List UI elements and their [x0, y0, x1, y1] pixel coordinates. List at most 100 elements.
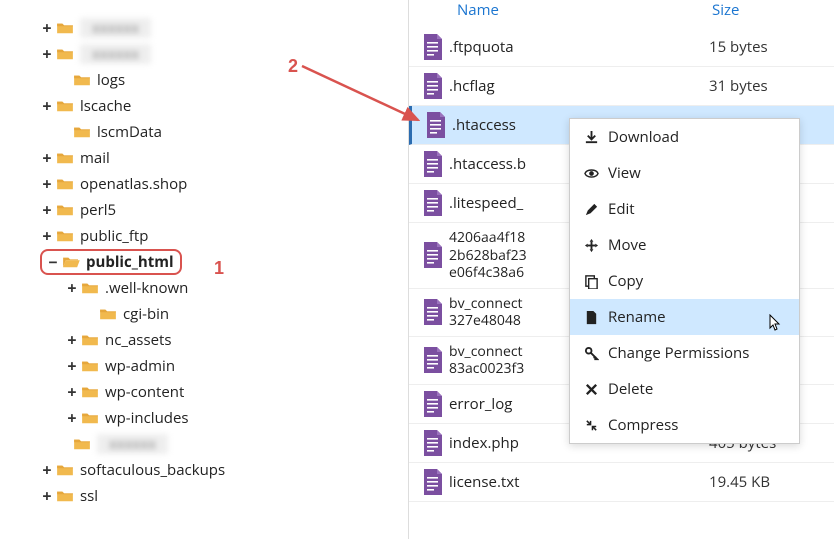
folder-icon	[56, 203, 74, 217]
folder-icon	[73, 73, 91, 87]
menu-item-compress[interactable]: Compress	[570, 407, 799, 443]
folder-icon	[56, 21, 74, 35]
tree-toggle[interactable]: +	[38, 95, 56, 117]
tree-item[interactable]: logs	[8, 67, 400, 93]
menu-item-copy[interactable]: Copy	[570, 263, 799, 299]
tree-item[interactable]: − public_html	[8, 249, 400, 275]
tree-item-label: public_html	[86, 252, 174, 272]
file-icon	[417, 190, 449, 216]
tree-item[interactable]: + wp-content	[8, 379, 400, 405]
tree-toggle[interactable]: +	[38, 17, 56, 39]
file-size: 31 bytes	[709, 76, 818, 96]
menu-item-label: Change Permissions	[608, 343, 749, 363]
folder-icon	[56, 99, 74, 113]
tree-toggle[interactable]: +	[63, 329, 81, 351]
tree-item-label: lscache	[80, 96, 131, 116]
tree-item[interactable]: xxxxxx	[8, 431, 400, 457]
folder-icon	[56, 47, 74, 61]
tree-item[interactable]: +xxxxxx	[8, 15, 400, 41]
menu-item-delete[interactable]: Delete	[570, 371, 799, 407]
tree-toggle[interactable]: +	[63, 407, 81, 429]
tree-item[interactable]: cgi-bin	[8, 301, 400, 327]
tree-item-label: public_ftp	[80, 226, 148, 246]
tree-item-label: mail	[80, 148, 110, 168]
tree-item-label: ssl	[80, 486, 98, 506]
file-icon	[417, 469, 449, 495]
tree-toggle[interactable]: +	[38, 43, 56, 65]
tree-toggle[interactable]: +	[38, 485, 56, 507]
tree-toggle[interactable]: +	[63, 277, 81, 299]
tree-item[interactable]: + wp-includes	[8, 405, 400, 431]
file-icon	[417, 299, 449, 325]
tree-toggle[interactable]: +	[38, 199, 56, 221]
column-header-size[interactable]: Size	[712, 0, 818, 20]
folder-icon	[62, 255, 80, 269]
menu-item-download[interactable]: Download	[570, 119, 799, 155]
copy-icon	[584, 274, 608, 289]
tree-item-label: logs	[97, 70, 125, 90]
folder-tree: +xxxxxx+xxxxxxlogs+lscachelscmData+mail+…	[0, 0, 408, 539]
tree-toggle[interactable]: +	[38, 225, 56, 247]
folder-icon	[56, 151, 74, 165]
file-name: .ftpquota	[449, 37, 709, 57]
file-name: .hcflag	[449, 76, 709, 96]
column-header-name[interactable]: Name	[457, 0, 712, 20]
tree-item[interactable]: + ssl	[8, 483, 400, 509]
menu-item-label: Rename	[608, 307, 666, 327]
file-icon	[417, 73, 449, 99]
file-icon	[417, 391, 449, 417]
tree-item-label: wp-includes	[105, 408, 189, 428]
menu-item-label: Move	[608, 235, 646, 255]
tree-item-label: wp-admin	[105, 356, 175, 376]
tree-item-label: softaculous_backups	[80, 460, 225, 480]
key-icon	[584, 346, 608, 361]
tree-item-label: perl5	[80, 200, 116, 220]
menu-item-view[interactable]: View	[570, 155, 799, 191]
tree-item[interactable]: + xxxxxx	[8, 41, 400, 67]
menu-item-edit[interactable]: Edit	[570, 191, 799, 227]
tree-item[interactable]: +nc_assets	[8, 327, 400, 353]
tree-item[interactable]: + lscache	[8, 93, 400, 119]
tree-item[interactable]: + perl5	[8, 197, 400, 223]
tree-item[interactable]: + wp-admin	[8, 353, 400, 379]
folder-icon	[56, 489, 74, 503]
file-icon	[417, 242, 449, 268]
tree-item[interactable]: + mail	[8, 145, 400, 171]
eye-icon	[584, 166, 608, 181]
menu-item-rename[interactable]: Rename	[570, 299, 799, 335]
tree-toggle[interactable]: −	[44, 251, 62, 273]
tree-item-label: cgi-bin	[123, 304, 169, 324]
tree-item[interactable]: + public_ftp	[8, 223, 400, 249]
tree-item[interactable]: lscmData	[8, 119, 400, 145]
menu-item-label: Compress	[608, 415, 678, 435]
tree-item[interactable]: +openatlas.shop	[8, 171, 400, 197]
folder-icon	[73, 125, 91, 139]
file-icon	[417, 347, 449, 373]
file-row[interactable]: license.txt19.45 KB	[409, 463, 834, 502]
folder-icon	[56, 177, 74, 191]
folder-icon	[56, 463, 74, 477]
tree-toggle[interactable]: +	[63, 381, 81, 403]
pencil-icon	[584, 202, 608, 217]
file-size: 15 bytes	[709, 37, 818, 57]
file-row[interactable]: .ftpquota15 bytes	[409, 28, 834, 67]
tree-toggle[interactable]: +	[63, 355, 81, 377]
tree-toggle[interactable]: +	[38, 147, 56, 169]
folder-icon	[81, 281, 99, 295]
tree-item-label: wp-content	[105, 382, 184, 402]
file-name: license.txt	[449, 472, 709, 492]
menu-item-change-permissions[interactable]: Change Permissions	[570, 335, 799, 371]
highlighted-folder[interactable]: − public_html	[40, 249, 182, 275]
file-row[interactable]: .hcflag31 bytes	[409, 67, 834, 106]
tree-item[interactable]: +.well-known	[8, 275, 400, 301]
tree-item[interactable]: + softaculous_backups	[8, 457, 400, 483]
menu-item-label: Download	[608, 127, 679, 147]
tree-item-label: xxxxxx	[80, 44, 151, 64]
tree-toggle[interactable]: +	[38, 173, 56, 195]
move-icon	[584, 238, 608, 253]
file-icon	[417, 34, 449, 60]
tree-toggle[interactable]: +	[38, 459, 56, 481]
file-icon	[417, 151, 449, 177]
menu-item-move[interactable]: Move	[570, 227, 799, 263]
times-icon	[584, 382, 608, 397]
